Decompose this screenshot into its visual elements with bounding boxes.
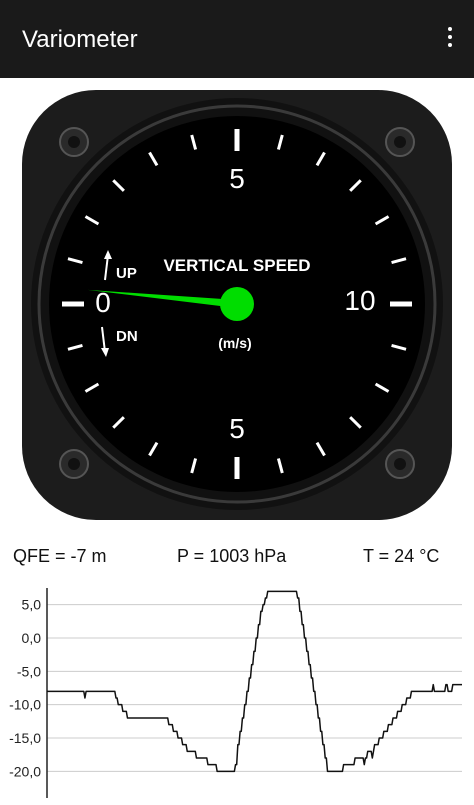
down-label: DN [116,328,138,345]
qfe-reading: QFE = -7 m [13,546,107,566]
more-vert-icon[interactable] [440,27,460,51]
scale-label-bottom: 5 [229,413,245,444]
sensor-readings: QFE = -7 m P = 1003 hPa T = 24 °C [0,546,474,572]
vertical-speed-gauge: 5 5 10 0 VERTICAL SPEED (m/s) UP DN [22,90,452,520]
vertical-speed-chart: 5,0 0,0 -5,0 -10,0 -15,0 -20,0 [9,588,462,798]
y-tick-label: -15,0 [9,730,41,746]
y-tick-label: -20,0 [9,763,41,779]
pressure-reading: P = 1003 hPa [177,546,287,566]
scale-label-right: 10 [344,285,375,316]
y-tick-label: -5,0 [17,663,41,679]
app-bar: Variometer [0,0,474,78]
scale-label-top: 5 [229,163,245,194]
gauge-needle-hub [220,287,254,321]
app-title: Variometer [22,26,138,53]
y-tick-label: 5,0 [22,597,42,613]
up-label: UP [116,265,137,282]
temperature-reading: T = 24 °C [363,546,440,566]
y-tick-label: 0,0 [22,630,42,646]
gauge-title: VERTICAL SPEED [163,256,310,275]
gauge-unit: (m/s) [218,335,251,351]
series-line [47,590,462,773]
y-tick-label: -10,0 [9,697,41,713]
